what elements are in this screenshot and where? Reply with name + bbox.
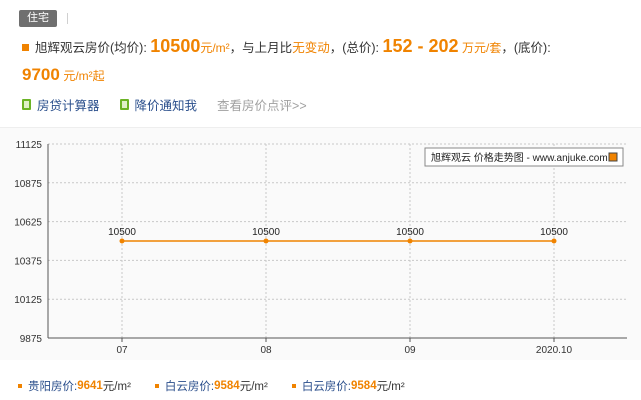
bell-icon: [119, 99, 129, 110]
price-trend-chart: 11125 10875 10625 10375 10125 9875 07 08 09 2020.…: [0, 127, 641, 360]
calculator-icon: [22, 99, 31, 110]
bullet-icon: [18, 384, 22, 388]
y-tick-label: 10375: [14, 256, 42, 267]
data-label: 10500: [252, 227, 280, 238]
price-alert-link[interactable]: 降价通知我: [119, 95, 198, 114]
floor-price-line: 9700 元/m²起: [22, 63, 105, 88]
data-point: [263, 238, 269, 244]
bullet-icon: [154, 384, 159, 388]
floor-price-label: ，(底价):: [501, 41, 551, 55]
data-label: 10500: [396, 227, 424, 238]
data-point: [551, 238, 557, 244]
property-type-row: 住宅: [19, 9, 68, 27]
nearby-price-unit: 元/m²: [239, 381, 268, 393]
legend-label: 旭辉观云 价格走势图 - www.anjuke.com: [431, 151, 608, 164]
avg-price-unit: 元/m²: [200, 41, 230, 55]
nearby-price-item[interactable]: 白云房价: 9584 元/m²: [291, 378, 405, 394]
property-type-tag[interactable]: 住宅: [19, 9, 57, 27]
avg-price-label: 旭辉观云房价(均价):: [35, 41, 151, 55]
y-tick-label: 10875: [14, 179, 42, 190]
price-reviews-link[interactable]: 查看房价点评>>: [217, 95, 307, 114]
data-point: [119, 238, 125, 244]
nearby-price-label: 贵阳房价:: [28, 381, 78, 393]
price-trend-svg: 11125 10875 10625 10375 10125 9875 07 08 09 2020.…: [14, 140, 627, 356]
total-price-label: ，(总价):: [329, 41, 383, 55]
bullet-icon: [22, 44, 29, 51]
x-tick-label: 08: [260, 345, 272, 356]
nearby-price-value: 9641: [77, 380, 103, 392]
bullet-icon: [291, 384, 296, 388]
legend-swatch: [608, 152, 618, 162]
data-label: 10500: [108, 227, 136, 238]
nearby-price-item[interactable]: 贵阳房价: 9641 元/m²: [18, 378, 131, 394]
y-tick-label: 10625: [14, 218, 42, 229]
avg-price-value: 10500: [150, 36, 201, 56]
tag-separator: [67, 12, 68, 24]
nearby-price-unit: 元/m²: [102, 381, 131, 393]
price-alert-label: 降价通知我: [134, 99, 198, 113]
loan-calculator-link[interactable]: 房贷计算器: [22, 95, 100, 114]
x-tick-label: 2020.10: [536, 345, 573, 356]
loan-calculator-label: 房贷计算器: [37, 99, 100, 113]
floor-price-unit: 元/m²起: [63, 69, 105, 83]
y-tick-label: 9875: [20, 334, 43, 345]
y-tick-label: 11125: [16, 140, 43, 151]
x-tick-label: 09: [404, 345, 416, 356]
action-links: 房贷计算器 降价通知我 查看房价点评>>: [22, 95, 327, 114]
floor-price-value: 9700: [22, 65, 60, 84]
nearby-price-item[interactable]: 白云房价: 9584 元/m²: [154, 378, 268, 394]
compare-value: 无变动: [292, 41, 330, 55]
total-price-unit: 万元/套: [462, 41, 502, 55]
nearby-prices: 贵阳房价: 9641 元/m² 白云房价: 9584 元/m² 白云房价: 95…: [18, 378, 429, 394]
data-label: 10500: [540, 227, 568, 238]
data-point: [407, 238, 413, 244]
compare-label: ，与上月比: [229, 41, 293, 55]
nearby-price-value: 9584: [214, 380, 240, 392]
nearby-price-value: 9584: [351, 380, 377, 392]
total-price-range: 152 - 202: [382, 36, 459, 56]
nearby-price-label: 白云房价:: [301, 381, 352, 393]
x-tick-label: 07: [116, 345, 128, 356]
nearby-price-unit: 元/m²: [376, 381, 405, 393]
y-tick-label: 10125: [14, 295, 42, 306]
price-summary: 旭辉观云房价(均价): 10500元/m²，与上月比无变动，(总价): 152 …: [22, 32, 632, 62]
nearby-price-label: 白云房价:: [164, 381, 215, 393]
